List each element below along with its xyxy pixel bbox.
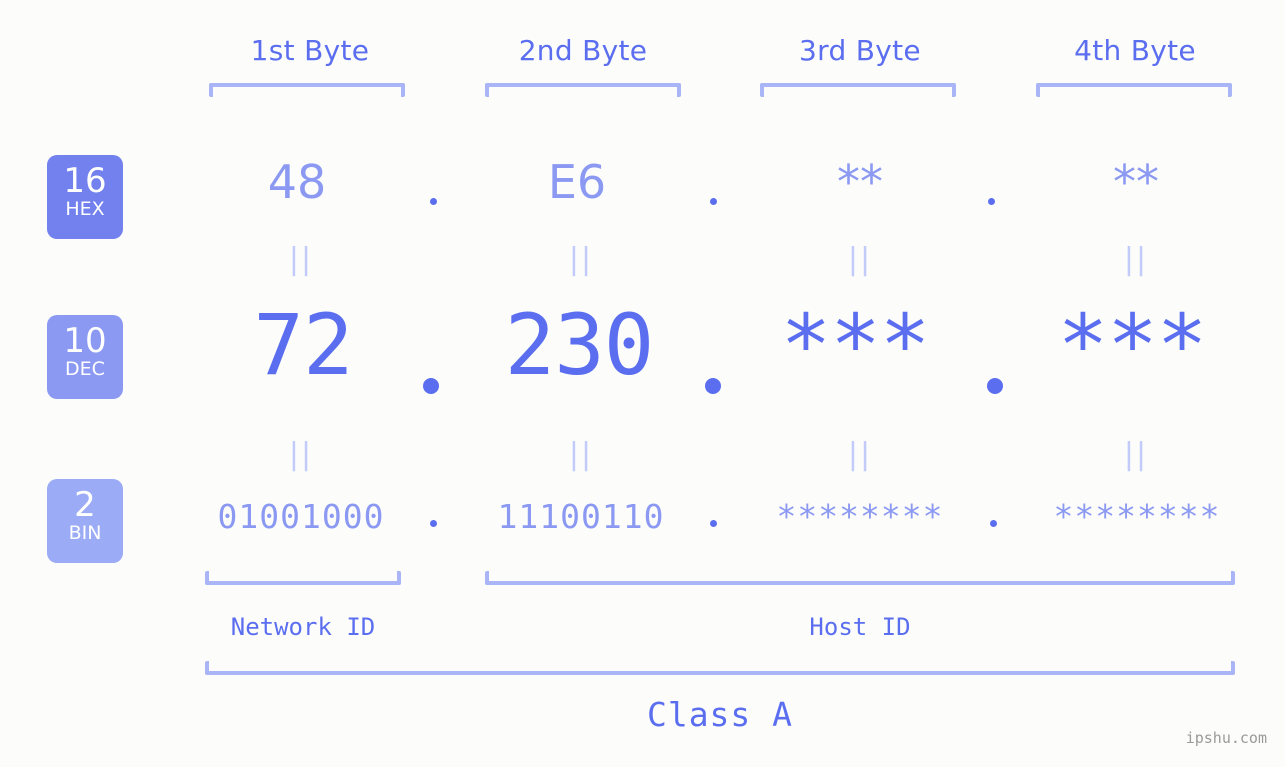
ip-address-breakdown-diagram: 1st Byte 2nd Byte 3rd Byte 4th Byte 16 H… — [0, 0, 1285, 767]
host-id-label: Host ID — [809, 613, 911, 641]
byte-bracket-3 — [760, 83, 956, 97]
dec-dot-separator-1 — [423, 378, 439, 394]
equals-separator-dec-bin-4: || — [1123, 437, 1149, 472]
class-bracket — [205, 661, 1235, 675]
dec-octet-1: 72 — [253, 296, 353, 394]
equals-separator-hex-dec-3: || — [847, 242, 873, 277]
byte-header-label-1: 1st Byte — [250, 34, 370, 67]
byte-header-label-4: 4th Byte — [1074, 34, 1196, 67]
base-badge-hex: 16 HEX — [47, 155, 123, 239]
byte-bracket-2 — [485, 83, 681, 97]
dec-dot-separator-2 — [705, 378, 721, 394]
class-label: Class A — [646, 695, 794, 734]
site-watermark: ipshu.com — [1185, 729, 1267, 747]
bin-dot-separator-2 — [710, 520, 717, 527]
hex-octet-4: ** — [1113, 155, 1159, 209]
bin-octet-3: ******** — [776, 497, 944, 536]
base-badge-hex-abbr: HEX — [65, 198, 105, 220]
base-badge-bin-abbr: BIN — [68, 522, 102, 544]
equals-separator-dec-bin-3: || — [847, 437, 873, 472]
dec-octet-4: *** — [1057, 296, 1208, 394]
host-id-bracket — [485, 571, 1235, 585]
equals-separator-hex-dec-2: || — [568, 242, 594, 277]
equals-separator-dec-bin-1: || — [288, 437, 314, 472]
dec-dot-separator-3 — [987, 378, 1003, 394]
byte-header-label-2: 2nd Byte — [518, 34, 648, 67]
bin-octet-4: ******** — [1053, 497, 1221, 536]
hex-dot-separator-3 — [988, 198, 995, 205]
byte-header-label-3: 3rd Byte — [799, 34, 921, 67]
hex-dot-separator-1 — [430, 198, 437, 205]
equals-separator-dec-bin-2: || — [568, 437, 594, 472]
equals-separator-hex-dec-1: || — [288, 242, 314, 277]
base-badge-dec-abbr: DEC — [65, 358, 105, 380]
base-badge-bin: 2 BIN — [47, 479, 123, 563]
network-id-label: Network ID — [230, 613, 376, 641]
base-badge-dec-number: 10 — [63, 321, 107, 361]
hex-octet-2: E6 — [547, 155, 607, 209]
bin-dot-separator-1 — [430, 520, 437, 527]
hex-octet-3: ** — [837, 155, 883, 209]
bin-octet-1: 01001000 — [217, 497, 385, 536]
hex-octet-1: 48 — [267, 155, 327, 209]
hex-dot-separator-2 — [710, 198, 717, 205]
dec-octet-3: *** — [780, 296, 931, 394]
dec-octet-2: 230 — [504, 296, 655, 394]
base-badge-bin-number: 2 — [74, 485, 96, 525]
byte-bracket-1 — [209, 83, 405, 97]
equals-separator-hex-dec-4: || — [1123, 242, 1149, 277]
bin-dot-separator-3 — [990, 520, 997, 527]
byte-bracket-4 — [1036, 83, 1232, 97]
network-id-bracket — [205, 571, 401, 585]
bin-octet-2: 11100110 — [497, 497, 665, 536]
base-badge-hex-number: 16 — [63, 161, 107, 201]
base-badge-dec: 10 DEC — [47, 315, 123, 399]
